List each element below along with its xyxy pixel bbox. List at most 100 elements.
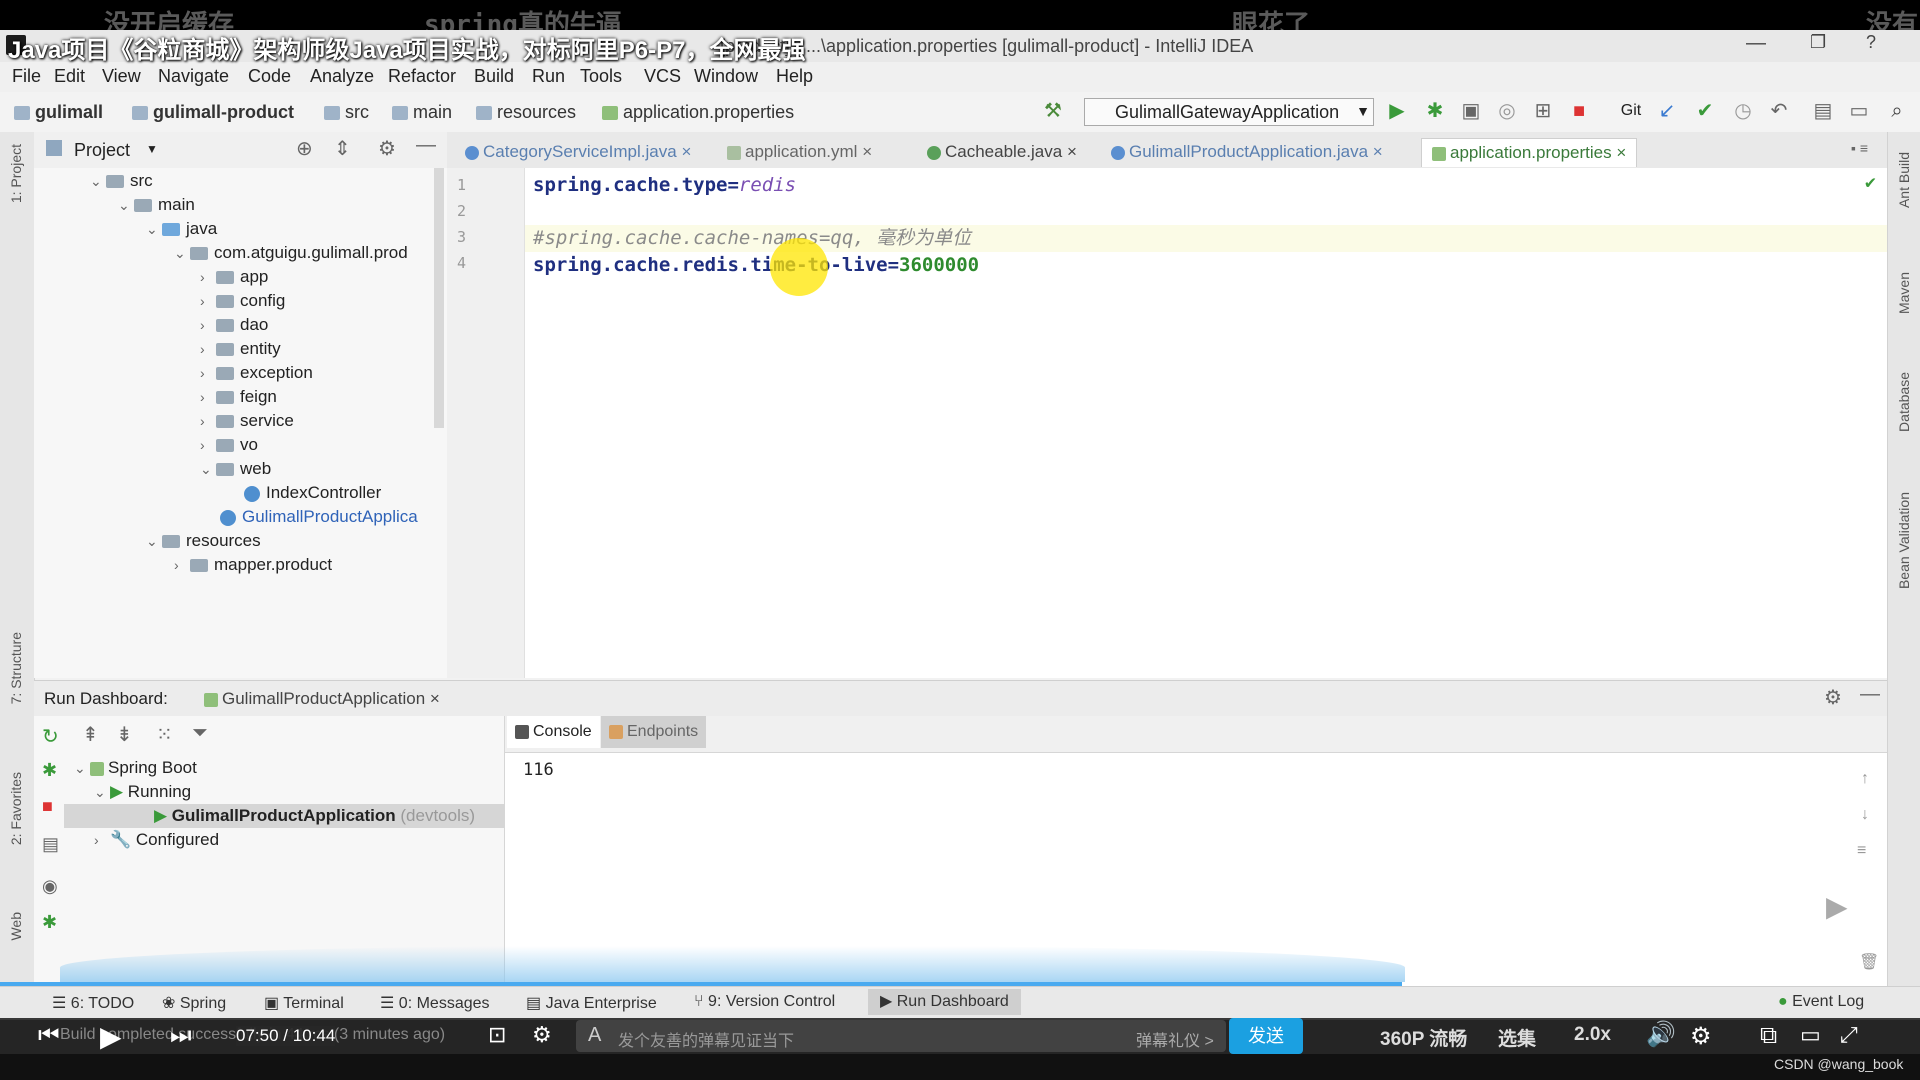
favorites-tool-tab[interactable]: 2: Favorites [8,772,24,845]
bean-validation-tool-tab[interactable]: Bean Validation [1896,492,1912,589]
close-icon[interactable]: × [430,689,440,708]
breadcrumb-gulimall[interactable]: gulimall [14,102,103,123]
close-icon[interactable]: × [1373,142,1383,161]
danmaku-input[interactable]: A 发个友善的弹幕见证当下 弹幕礼仪 > [576,1020,1226,1052]
episodes-button[interactable]: 选集 [1498,1024,1536,1051]
run-configuration-select[interactable]: GulimallGatewayApplication [1084,98,1374,126]
tab-gulimallproductapplication[interactable]: GulimallProductApplication.java × [1101,138,1393,166]
spring-tool-button[interactable]: ❀ Spring [162,993,226,1013]
breadcrumb-resources[interactable]: resources [476,102,576,123]
close-icon[interactable]: × [1067,142,1077,161]
camera-icon[interactable]: ◉ [42,876,58,897]
database-tool-tab[interactable]: Database [1896,372,1912,432]
maven-tool-tab[interactable]: Maven [1896,272,1912,314]
menu-window[interactable]: Window [694,66,758,87]
tree-node[interactable]: › exception [200,361,313,385]
tree-node[interactable]: ⌄ com.atguigu.gulimall.prod [174,241,408,265]
tab-list-icon[interactable]: ▪ ≡ [1851,140,1868,156]
help-icon[interactable]: ? [1866,32,1876,53]
debug-icon[interactable]: ✱ [42,912,57,933]
tree-node[interactable]: › config [200,289,285,313]
tab-cacheable[interactable]: Cacheable.java × [917,138,1087,166]
tree-node[interactable]: ⌄ main [118,193,195,217]
tree-node-selected[interactable]: ▶ GulimallProductApplication (devtools) [64,804,504,828]
tree-node[interactable]: › app [200,265,268,289]
event-log-button[interactable]: ● Event Log [1778,993,1864,1011]
breadcrumb-module[interactable]: gulimall-product [132,102,294,123]
profile-icon[interactable]: ◎ [1496,100,1518,122]
build-project-icon[interactable]: ⊞ [1532,100,1554,122]
run-icon[interactable]: ▶ [1386,100,1408,122]
structure-tool-tab[interactable]: 7: Structure [8,632,24,704]
next-icon[interactable]: ⏭ [170,1022,192,1050]
menu-navigate[interactable]: Navigate [158,66,229,87]
breadcrumb-file[interactable]: application.properties [602,102,794,123]
run-dashboard-tab[interactable]: GulimallProductApplication × [204,689,440,709]
scroll-up-icon[interactable]: ↑ [1861,770,1869,788]
quality-selector[interactable]: 360P 流畅 [1380,1024,1467,1051]
soft-wrap-icon[interactable]: ≡ [1857,842,1866,860]
menu-refactor[interactable]: Refactor [388,66,456,87]
revert-icon[interactable]: ↶ [1768,100,1790,122]
run-dashboard-tool-button[interactable]: ▶ Run Dashboard [868,989,1021,1015]
widescreen-icon[interactable]: ▭ [1800,1022,1821,1048]
tab-console[interactable]: Console [507,716,600,748]
previous-icon[interactable]: ⏮ [38,1022,60,1050]
group-icon[interactable]: ⁙ [156,722,173,747]
rerun-icon[interactable]: ↻ [42,724,59,749]
tree-node[interactable]: ⌄ ▶ Running [94,780,191,804]
tree-node[interactable]: ⌄ resources [146,529,261,553]
tree-node[interactable]: › 🔧 Configured [94,828,219,852]
stop-icon[interactable]: ■ [42,796,53,817]
menu-code[interactable]: Code [248,66,291,87]
play-icon[interactable]: ▶ [100,1020,122,1053]
code-editor[interactable]: spring.cache.type=redis #spring.cache.ca… [525,168,1887,678]
tree-node[interactable]: › feign [200,385,277,409]
vcs-update-icon[interactable]: ↙ [1656,100,1678,122]
danmaku-etiquette-link[interactable]: 弹幕礼仪 > [1136,1027,1214,1051]
tree-node[interactable]: ⌄ java [146,217,217,241]
tree-node[interactable]: ⌄ src [90,169,153,193]
tree-node[interactable]: › entity [200,337,281,361]
web-tool-tab[interactable]: Web [8,912,24,941]
gear-icon[interactable]: ⚙ [1690,1022,1712,1051]
close-icon[interactable]: × [862,142,872,161]
tree-node[interactable]: IndexController [244,481,381,505]
menu-file[interactable]: File [12,66,41,87]
layout-icon[interactable]: ▭ [1848,100,1870,122]
git-icon[interactable]: Git [1616,100,1646,122]
gear-icon[interactable]: ⚙ [378,136,396,161]
hide-icon[interactable]: — [1860,683,1880,706]
tree-node[interactable]: ⌄ web [200,457,271,481]
terminal-tool-button[interactable]: ▣ Terminal [264,993,344,1013]
stop-icon[interactable]: ■ [1568,100,1590,122]
java-enterprise-tool-button[interactable]: ▤ Java Enterprise [526,993,657,1013]
ant-build-tool-tab[interactable]: Ant Build [1896,152,1912,208]
menu-view[interactable]: View [102,66,141,87]
coverage-icon[interactable]: ▣ [1460,100,1482,122]
debug-icon[interactable]: ✱ [42,760,57,781]
debug-icon[interactable]: ✱ [1424,100,1446,122]
collapse-all-icon[interactable]: ⇕ [334,136,351,161]
trash-icon[interactable]: 🗑 [1859,952,1879,972]
fullscreen-icon[interactable]: ⤢ [1840,1022,1858,1048]
layout-icon[interactable]: ▤ [42,834,59,855]
close-icon[interactable]: × [1616,143,1626,162]
vcs-commit-icon[interactable]: ✔ [1694,100,1716,122]
menu-tools[interactable]: Tools [580,66,622,87]
todo-tool-button[interactable]: ☰ 6: TODO [52,993,134,1013]
speed-selector[interactable]: 2.0x [1574,1024,1611,1046]
menu-edit[interactable]: Edit [54,66,85,87]
tree-scrollbar[interactable] [434,168,444,428]
menu-help[interactable]: Help [776,66,813,87]
tab-categoryserviceimpl[interactable]: CategoryServiceImpl.java × [455,138,701,166]
version-control-tool-button[interactable]: ⑂ 9: Version Control [694,993,835,1011]
gear-icon[interactable]: ⚙ [1824,685,1842,710]
tab-application-properties[interactable]: application.properties × [1421,138,1638,167]
menu-run[interactable]: Run [532,66,565,87]
scroll-down-icon[interactable]: ↓ [1861,806,1869,824]
search-icon[interactable]: ⌕ [1886,100,1908,122]
volume-icon[interactable]: 🔊 [1646,1020,1676,1049]
history-icon[interactable]: ◷ [1732,100,1754,122]
danmaku-settings-icon[interactable]: ⚙ [532,1022,552,1048]
